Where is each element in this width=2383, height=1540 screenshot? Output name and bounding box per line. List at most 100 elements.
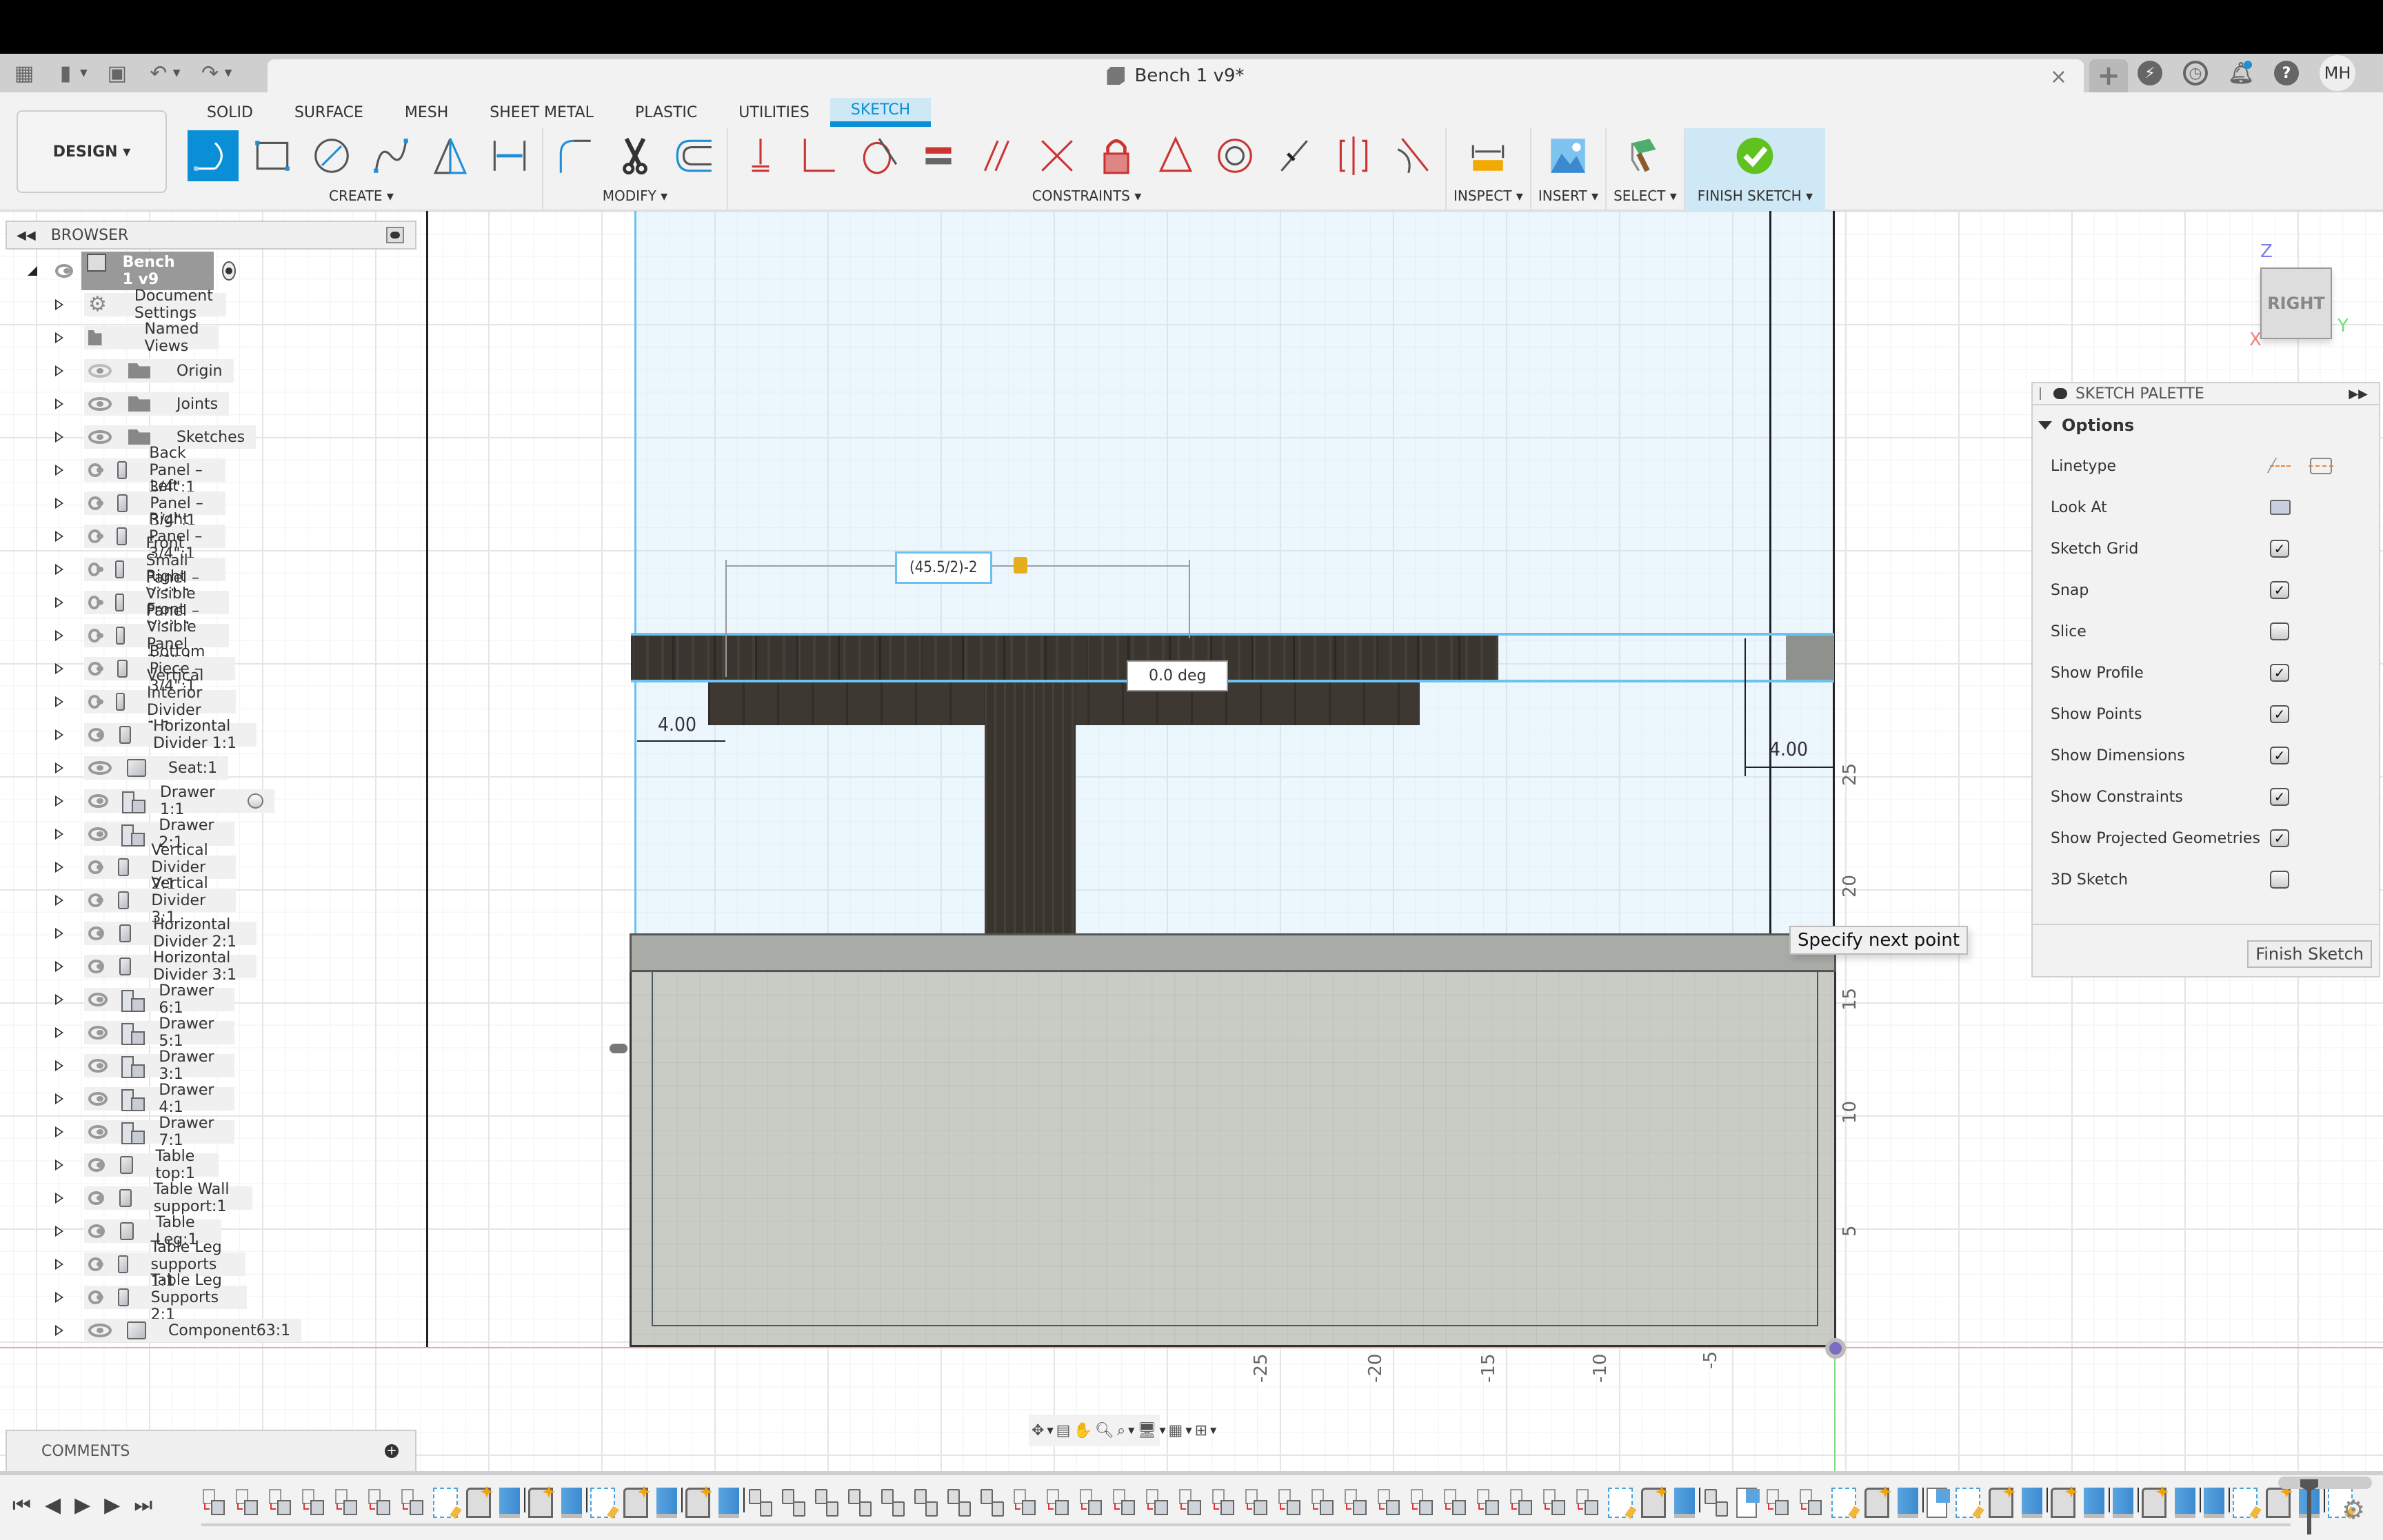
extrude-feature-icon[interactable] bbox=[2175, 1488, 2201, 1518]
move-feature-icon[interactable] bbox=[781, 1488, 805, 1518]
visibility-eye-icon[interactable] bbox=[88, 1026, 108, 1040]
visibility-eye-icon[interactable] bbox=[88, 1224, 105, 1238]
component-feature-icon[interactable] bbox=[1409, 1488, 1434, 1518]
browser-item[interactable]: Drawer 7:1 bbox=[55, 1115, 235, 1149]
visibility-eye-icon[interactable] bbox=[88, 761, 112, 775]
browser-pin-icon[interactable] bbox=[386, 227, 404, 243]
timeline-settings-gear-icon[interactable]: ⚙ bbox=[2342, 1495, 2365, 1525]
component-feature-icon[interactable] bbox=[234, 1488, 259, 1518]
visibility-eye-icon[interactable] bbox=[88, 1125, 108, 1139]
palette-checkbox[interactable]: ✓ bbox=[2270, 664, 2289, 682]
modify-menu[interactable]: MODIFY ▾ bbox=[603, 188, 667, 204]
move-feature-icon[interactable] bbox=[747, 1488, 772, 1518]
last-icon[interactable]: ⏭ bbox=[134, 1493, 152, 1517]
palette-checkbox[interactable]: ✓ bbox=[2270, 788, 2289, 806]
activate-radio-icon[interactable] bbox=[221, 261, 237, 281]
component-feature-icon[interactable] bbox=[1211, 1488, 1236, 1518]
expand-icon[interactable] bbox=[55, 498, 63, 509]
visibility-eye-icon[interactable] bbox=[88, 1257, 103, 1271]
design-canvas[interactable]: (45.5/2)-2 0.0 deg 4.00 4.00 Specify nex… bbox=[0, 211, 2383, 1471]
symmetry-constraint-icon[interactable] bbox=[1328, 130, 1379, 181]
viewcube[interactable]: RIGHT bbox=[2260, 267, 2332, 339]
move-feature-icon[interactable] bbox=[946, 1488, 971, 1518]
move-feature-icon[interactable] bbox=[1703, 1488, 1728, 1518]
selected-sketch-lines[interactable] bbox=[631, 633, 1834, 682]
visibility-eye-icon[interactable] bbox=[88, 794, 108, 808]
component-feature-icon[interactable] bbox=[1798, 1488, 1823, 1518]
collapse-browser-icon[interactable]: ◀◀ bbox=[17, 228, 36, 243]
viewports-dropdown-icon[interactable]: ▼ bbox=[1210, 1426, 1216, 1435]
centerline-linetype-icon[interactable] bbox=[2309, 458, 2333, 474]
tab-surface[interactable]: SURFACE bbox=[274, 98, 384, 127]
expand-icon[interactable] bbox=[55, 432, 63, 443]
component-feature-icon[interactable] bbox=[334, 1488, 359, 1518]
line-tool-icon[interactable] bbox=[188, 130, 239, 181]
play-icon[interactable]: ▶ bbox=[74, 1493, 90, 1517]
job-status-icon[interactable]: ◷ bbox=[2183, 61, 2208, 85]
move-feature-icon[interactable] bbox=[979, 1488, 1004, 1518]
new-component-feature-icon[interactable] bbox=[623, 1486, 650, 1518]
component-feature-icon[interactable] bbox=[400, 1488, 425, 1518]
construction-linetype-icon[interactable] bbox=[2270, 458, 2292, 474]
extrude-feature-icon[interactable] bbox=[1674, 1488, 1700, 1518]
new-component-feature-icon[interactable] bbox=[2266, 1486, 2293, 1518]
new-component-feature-icon[interactable] bbox=[1864, 1486, 1891, 1518]
file-icon[interactable]: ▮ bbox=[54, 61, 77, 85]
spline-tool-icon[interactable] bbox=[365, 130, 416, 181]
extrude-feature-icon[interactable] bbox=[2113, 1488, 2139, 1518]
dimension-expression-input[interactable]: (45.5/2)-2 bbox=[895, 551, 992, 584]
tab-sketch[interactable]: SKETCH bbox=[829, 98, 932, 127]
add-comment-icon[interactable]: + bbox=[385, 1444, 399, 1458]
visibility-eye-icon[interactable] bbox=[88, 529, 104, 543]
expand-icon[interactable] bbox=[55, 961, 63, 972]
lock-constraint-icon[interactable] bbox=[1091, 130, 1142, 181]
drag-handle-icon[interactable] bbox=[2040, 387, 2042, 400]
expand-icon[interactable] bbox=[55, 829, 63, 840]
move-feature-icon[interactable] bbox=[913, 1488, 938, 1518]
expand-icon[interactable] bbox=[55, 1159, 63, 1171]
expand-icon[interactable] bbox=[55, 895, 63, 906]
select-menu[interactable]: SELECT ▾ bbox=[1613, 188, 1677, 204]
browser-item[interactable]: Vertical Interior Divider 1:1 bbox=[55, 667, 237, 736]
coincident-constraint-icon[interactable] bbox=[1032, 130, 1083, 181]
expand-icon[interactable] bbox=[55, 1060, 63, 1071]
undo-icon[interactable]: ↶ bbox=[147, 61, 170, 85]
move-feature-icon[interactable] bbox=[880, 1488, 905, 1518]
extrude-feature-icon[interactable] bbox=[2022, 1488, 2048, 1518]
expand-icon[interactable] bbox=[55, 564, 63, 575]
palette-checkbox[interactable] bbox=[2270, 871, 2289, 889]
component-feature-icon[interactable] bbox=[1012, 1488, 1037, 1518]
component-feature-icon[interactable] bbox=[1765, 1488, 1790, 1518]
expand-icon[interactable] bbox=[55, 398, 63, 409]
help-icon[interactable]: ? bbox=[2274, 61, 2299, 85]
finish-sketch-menu[interactable]: FINISH SKETCH ▾ bbox=[1698, 188, 1813, 204]
display-dropdown-icon[interactable]: ▼ bbox=[1159, 1426, 1165, 1435]
new-component-feature-icon[interactable] bbox=[528, 1486, 555, 1518]
visibility-eye-icon[interactable] bbox=[88, 1290, 103, 1304]
viewports-icon[interactable]: ⊞ bbox=[1195, 1420, 1207, 1441]
perpendicular-constraint-icon[interactable] bbox=[794, 130, 845, 181]
save-icon[interactable]: ▣ bbox=[105, 61, 129, 85]
collinear-constraint-icon[interactable] bbox=[1269, 130, 1320, 181]
orbit-icon[interactable]: ✥ bbox=[1032, 1420, 1044, 1441]
workspace-switcher[interactable]: DESIGN ▾ bbox=[17, 110, 167, 193]
visibility-eye-icon[interactable] bbox=[88, 960, 104, 973]
visibility-eye-icon[interactable] bbox=[88, 1158, 105, 1172]
extrude-feature-icon[interactable] bbox=[1898, 1488, 1924, 1518]
circle-tool-icon[interactable] bbox=[306, 130, 357, 181]
expand-icon[interactable] bbox=[55, 332, 63, 343]
new-component-feature-icon[interactable] bbox=[1989, 1486, 2015, 1518]
browser-item[interactable]: ⚙ Document Settings bbox=[55, 287, 226, 322]
construction-plane-feature-icon[interactable] bbox=[1927, 1488, 1950, 1518]
sketch-feature-icon[interactable] bbox=[1608, 1488, 1637, 1519]
visibility-eye-icon[interactable] bbox=[88, 1059, 108, 1073]
visibility-eye-icon[interactable] bbox=[88, 496, 104, 510]
notifications-icon[interactable]: 🔔︎ bbox=[2228, 61, 2254, 85]
zoom-dropdown-icon[interactable]: ▼ bbox=[1128, 1426, 1134, 1435]
timeline-marker[interactable] bbox=[2307, 1479, 2311, 1534]
component-feature-icon[interactable] bbox=[1045, 1488, 1070, 1518]
component-feature-icon[interactable] bbox=[1178, 1488, 1203, 1518]
parallel-constraint-icon[interactable] bbox=[972, 130, 1023, 181]
move-feature-icon[interactable] bbox=[847, 1488, 872, 1518]
visibility-eye-icon[interactable] bbox=[88, 563, 104, 576]
